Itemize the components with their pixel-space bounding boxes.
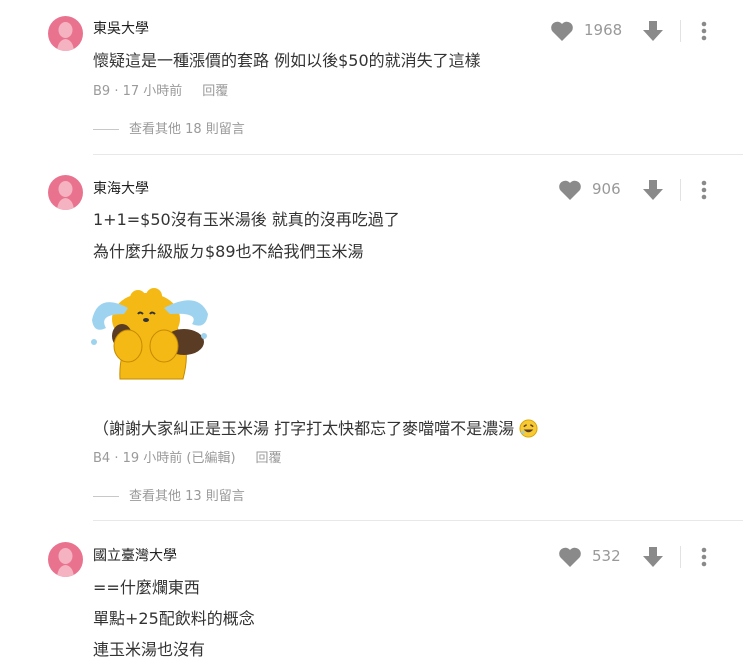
view-more-replies[interactable]: 查看其他 18 則留言 <box>93 118 245 137</box>
rolling-laughing-emoji-icon <box>519 419 538 438</box>
crying-bear-sticker <box>91 288 208 380</box>
more-options-icon[interactable] <box>701 21 707 41</box>
arrow-down-icon[interactable] <box>642 20 664 42</box>
like-count: 1968 <box>584 21 623 39</box>
arrow-down-icon[interactable] <box>642 179 664 201</box>
reply-button[interactable]: 回覆 <box>256 451 282 466</box>
view-more-replies-label: 查看其他 18 則留言 <box>129 122 245 137</box>
more-options-icon[interactable] <box>701 180 707 200</box>
comment-meta: B9 · 17 小時前 回覆 <box>93 80 228 99</box>
comment-text-line: ==什麼爛東西 <box>93 578 200 597</box>
female-avatar-icon <box>57 22 74 51</box>
female-avatar-icon <box>57 181 74 210</box>
heart-icon[interactable] <box>558 179 582 201</box>
avatar[interactable] <box>48 175 83 210</box>
comment-text-line: 懷疑這是一種漲價的套路 例如以後$50的就消失了這樣 <box>93 51 481 70</box>
school-name[interactable]: 東海大學 <box>93 178 149 198</box>
view-more-replies-label: 查看其他 13 則留言 <box>129 489 245 504</box>
like-count: 532 <box>592 547 621 565</box>
avatar[interactable] <box>48 16 83 51</box>
comment-note-text: （謝謝大家糾正是玉米湯 打字打太快都忘了麥噹噹不是濃湯 <box>93 419 515 438</box>
arrow-down-icon[interactable] <box>642 546 664 568</box>
comment-meta: B4 · 19 小時前 (已編輯) 回覆 <box>93 447 282 466</box>
comment-text-line: 連玉米湯也沒有 <box>93 640 206 659</box>
heart-icon[interactable] <box>550 20 574 42</box>
vertical-divider <box>680 179 681 201</box>
comment-separator <box>93 154 743 155</box>
vertical-divider <box>680 20 681 42</box>
floor-and-time: B4 · 19 小時前 (已編輯) <box>93 451 236 466</box>
school-name[interactable]: 東吳大學 <box>93 18 149 38</box>
comment-separator <box>93 520 743 521</box>
vertical-divider <box>680 546 681 568</box>
heart-icon[interactable] <box>558 546 582 568</box>
reply-button[interactable]: 回覆 <box>202 84 228 99</box>
floor-and-time: B9 · 17 小時前 <box>93 84 183 99</box>
comment-text-line: 為什麼升級版ㄉ$89也不給我們玉米湯 <box>93 242 364 261</box>
comment-text-line: 單點+25配飲料的概念 <box>93 609 255 628</box>
comment-note: （謝謝大家糾正是玉米湯 打字打太快都忘了麥噹噹不是濃湯 <box>93 415 538 439</box>
divider-dash <box>93 496 119 497</box>
like-count: 906 <box>592 180 621 198</box>
comment-text-line: 1+1=$50沒有玉米湯後 就真的沒再吃過了 <box>93 210 400 229</box>
divider-dash <box>93 129 119 130</box>
more-options-icon[interactable] <box>701 547 707 567</box>
view-more-replies[interactable]: 查看其他 13 則留言 <box>93 485 245 504</box>
avatar[interactable] <box>48 542 83 577</box>
female-avatar-icon <box>57 548 74 577</box>
school-name[interactable]: 國立臺灣大學 <box>93 545 177 565</box>
